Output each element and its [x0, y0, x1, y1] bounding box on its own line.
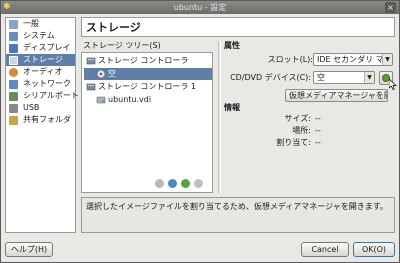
attached-to-value: -- [315, 138, 321, 147]
chevron-down-icon: ▼ [382, 54, 392, 65]
attributes-heading: 属性 [224, 41, 240, 50]
storage-tree[interactable]: ストレージ コントローラ 空 ストレージ コントローラ 1 ubuntu.vdi [81, 52, 213, 193]
cd-dvd-device-select[interactable]: 空 ▼ [313, 71, 375, 84]
hard-disk-icon [96, 96, 106, 104]
cancel-button[interactable]: Cancel [301, 242, 349, 257]
tree-row-label: 空 [108, 69, 116, 78]
slot-select[interactable]: IDE セカンダリ マス ▼ [313, 53, 393, 66]
information-heading: 情報 [224, 103, 240, 112]
cd-dvd-icon [96, 69, 106, 79]
storage-icon [9, 56, 18, 65]
description-text: 選択したイメージファイルを割り当てるため、仮想メディアマネージャを開きます。 [86, 202, 388, 211]
shared-folder-icon [9, 116, 18, 125]
sidebar-item-label: システム [23, 31, 55, 40]
cd-dvd-device-value: 空 [317, 73, 325, 82]
tree-row-ide-controller[interactable]: ストレージ コントローラ [84, 55, 212, 67]
sidebar-item-network[interactable]: ネットワーク [6, 78, 75, 90]
location-label: 場所: [292, 126, 311, 135]
help-button[interactable]: ヘルプ(H) [5, 242, 53, 257]
remove-controller-icon[interactable] [194, 179, 203, 188]
slot-select-value: IDE セカンダリ マス [317, 55, 392, 64]
cd-dvd-device-label: CD/DVD デバイス(C): [230, 73, 311, 82]
usb-icon [9, 104, 18, 113]
sidebar-item-serial-ports[interactable]: シリアルポート [6, 90, 79, 102]
sidebar-item-label: ストレージ [23, 55, 63, 64]
page-title: ストレージ [86, 21, 141, 34]
tree-row-hard-disk[interactable]: ubuntu.vdi [84, 94, 212, 106]
open-virtual-media-manager-button[interactable]: 仮想メディアマネージャを開く [285, 89, 388, 102]
sidebar-item-label: 共有フォルダ [23, 115, 71, 124]
attached-to-label: 割り当て: [276, 138, 311, 147]
window-title: ubuntu - 設定 [173, 3, 227, 12]
location-value: -- [315, 126, 321, 135]
tree-row-label: ubuntu.vdi [108, 95, 152, 104]
tree-row-label: ストレージ コントローラ 1 [98, 82, 197, 91]
network-icon [9, 80, 18, 89]
add-attachment-icon[interactable] [168, 179, 177, 188]
sidebar-item-general[interactable]: 一般 [6, 18, 75, 30]
system-icon [9, 32, 18, 41]
sidebar-item-system[interactable]: システム [6, 30, 75, 42]
sidebar-item-shared-folders[interactable]: 共有フォルダ [6, 114, 75, 126]
size-value: -- [315, 114, 321, 123]
settings-category-list: 一般 システム ディスプレイ ストレージ オーディオ ネットワーク シリアルポー… [5, 17, 79, 233]
tree-row-sata-controller[interactable]: ストレージ コントローラ 1 [84, 81, 212, 93]
chevron-down-icon: ▼ [364, 72, 374, 83]
sidebar-item-display[interactable]: ディスプレイ [6, 42, 75, 54]
settings-dialog: ✱ ubuntu - 設定 × 一般 システム ディスプレイ ストレージ オーデ… [0, 0, 400, 263]
sidebar-item-storage[interactable]: ストレージ [6, 54, 75, 66]
sidebar-item-label: シリアルポート [23, 91, 79, 100]
sidebar-item-audio[interactable]: オーディオ [6, 66, 75, 78]
add-controller-icon[interactable] [155, 179, 164, 188]
sidebar-item-label: オーディオ [23, 67, 63, 76]
sidebar-item-usb[interactable]: USB [6, 102, 75, 114]
ide-controller-icon [86, 57, 96, 65]
storage-tree-label: ストレージ ツリー(S) [83, 41, 161, 50]
size-label: サイズ: [284, 114, 311, 123]
pane-splitter[interactable] [218, 41, 221, 193]
sidebar-item-label: USB [23, 103, 40, 112]
remove-attachment-icon[interactable] [181, 179, 190, 188]
serial-port-icon [9, 92, 18, 101]
sidebar-item-label: ネットワーク [23, 79, 71, 88]
mouse-pointer-icon [389, 79, 397, 90]
close-button[interactable]: × [385, 2, 396, 13]
slot-label: スロット(L): [267, 55, 313, 64]
ok-button[interactable]: OK(O) [353, 242, 395, 257]
tree-row-cd-empty[interactable]: 空 [84, 68, 212, 80]
sata-controller-icon [86, 83, 96, 91]
page-header: ストレージ [81, 17, 395, 37]
audio-icon [9, 68, 18, 77]
sidebar-item-label: 一般 [23, 19, 39, 28]
display-icon [9, 44, 18, 53]
tree-row-label: ストレージ コントローラ [98, 56, 189, 65]
general-icon [9, 20, 18, 29]
description-panel: 選択したイメージファイルを割り当てるため、仮想メディアマネージャを開きます。 [81, 197, 395, 233]
sidebar-item-label: ディスプレイ [23, 43, 71, 52]
title-bar: ✱ ubuntu - 設定 × [1, 1, 399, 14]
